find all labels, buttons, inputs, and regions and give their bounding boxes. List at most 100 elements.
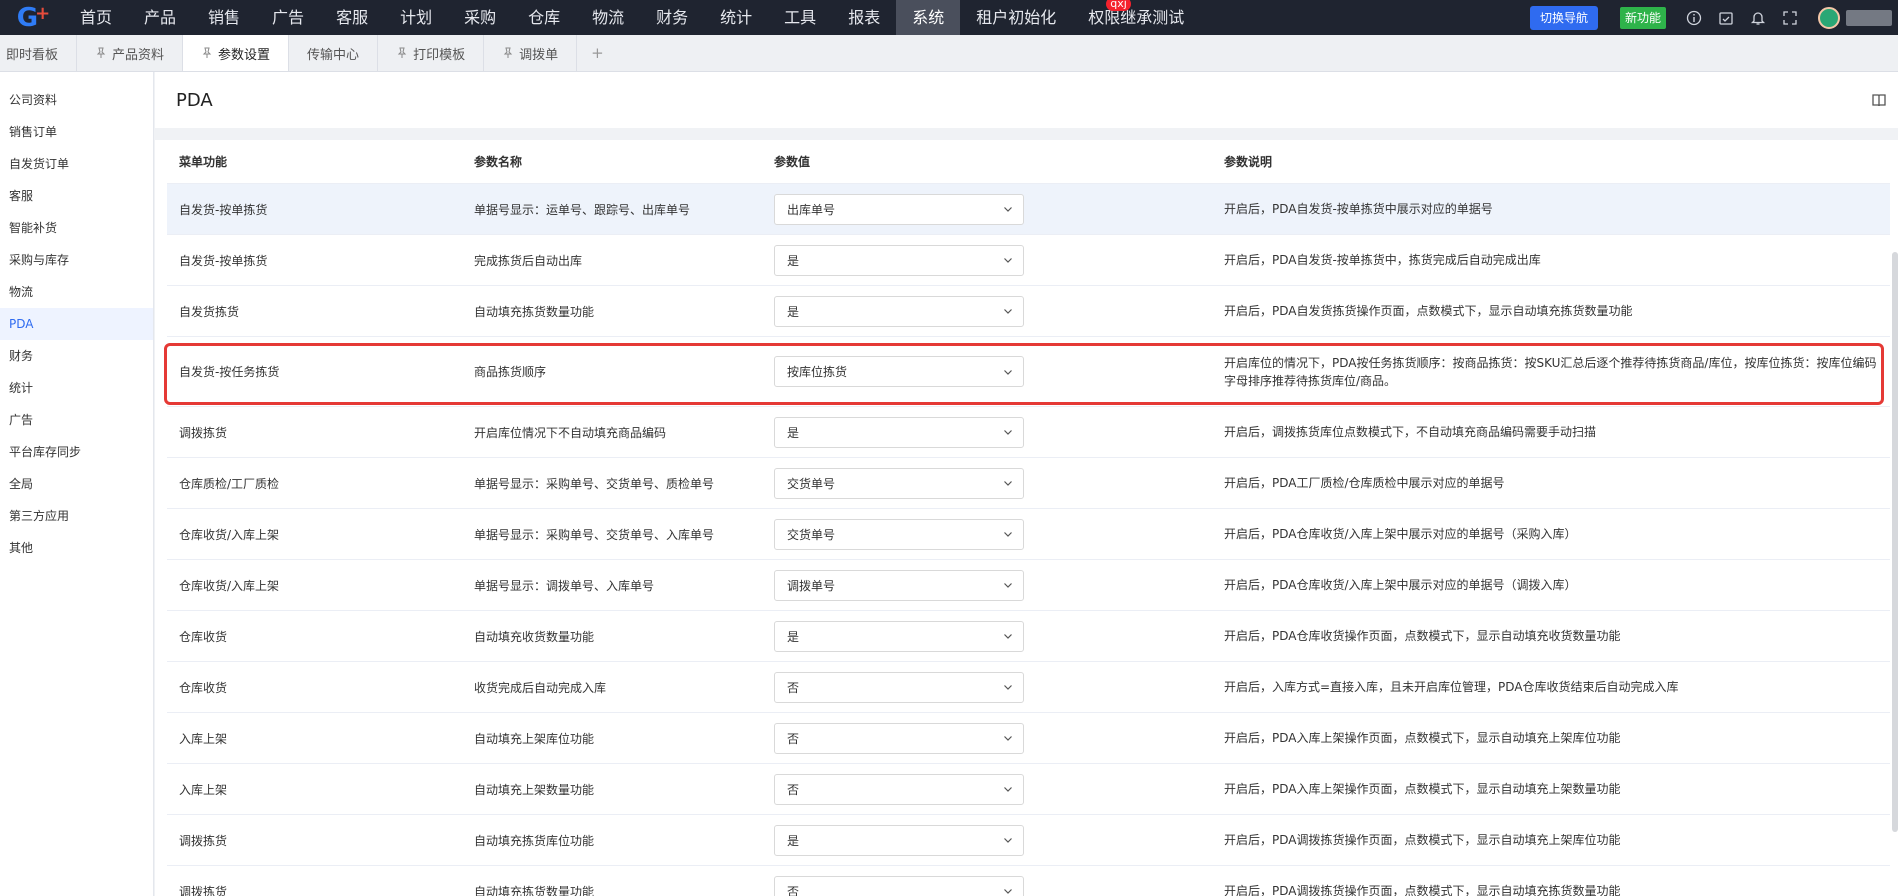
pin-icon[interactable] bbox=[396, 47, 408, 59]
avatar[interactable] bbox=[1818, 6, 1840, 29]
cell-param-name: 商品拣货顺序 bbox=[474, 365, 547, 379]
table-row: 入库上架 自动填充上架数量功能 否 开启后，PDA入库上架操作页面，点数模式下，显示自… bbox=[167, 763, 1890, 814]
nav-item[interactable]: 首页 bbox=[64, 0, 128, 35]
tab-item[interactable]: 调拨单 bbox=[484, 35, 578, 71]
cell-menu-function: 自发货-按单拣货 bbox=[179, 202, 268, 217]
cell-param-value: 交货单号 bbox=[764, 518, 1211, 550]
sidebar-item[interactable]: 广告 bbox=[0, 404, 153, 436]
param-value-select[interactable]: 否 bbox=[774, 875, 1024, 896]
cell-param-value: 否 bbox=[764, 773, 1211, 805]
nav-item[interactable]: 销售 bbox=[192, 0, 256, 35]
sidebar-item[interactable]: 统计 bbox=[0, 372, 153, 404]
sidebar-item[interactable]: 全局 bbox=[0, 468, 153, 500]
nav-item[interactable]: 系统 bbox=[896, 0, 961, 35]
sidebar-item[interactable]: 公司资料 bbox=[0, 84, 153, 116]
table-row: 调拨拣货 自动填充拣货库位功能 是 开启后，PDA调拨拣货操作页面，点数模式下，显示自… bbox=[167, 814, 1890, 865]
cell-menu-function: 入库上架 bbox=[179, 731, 228, 746]
param-value-select[interactable]: 交货单号 bbox=[774, 518, 1024, 550]
param-value-select[interactable]: 交货单号 bbox=[774, 467, 1024, 499]
sidebar-item[interactable]: 智能补货 bbox=[0, 212, 153, 244]
cell-param-name: 完成拣货后自动出库 bbox=[474, 253, 583, 268]
nav-item[interactable]: 租户初始化 bbox=[960, 0, 1072, 35]
cell-param-desc: 开启后，调拨拣货库位点数模式下，不自动填充商品编码需要手动扫描 bbox=[1224, 425, 1597, 439]
nav-item[interactable]: 仓库 bbox=[512, 0, 576, 35]
sidebar-item[interactable]: 第三方应用 bbox=[0, 500, 153, 532]
chevron-down-icon bbox=[1004, 532, 1012, 537]
info-icon[interactable] bbox=[1685, 9, 1703, 27]
param-value-select[interactable]: 调拨单号 bbox=[774, 569, 1024, 601]
sidebar-item[interactable]: 销售订单 bbox=[0, 116, 153, 148]
nav-item[interactable]: 工具 bbox=[768, 0, 832, 35]
cell-param-desc: 开启后，PDA自发货拣货操作页面，点数模式下，显示自动填充拣货数量功能 bbox=[1224, 304, 1633, 318]
sidebar-item[interactable]: 自发货订单 bbox=[0, 148, 153, 180]
cell-param-name: 自动填充收货数量功能 bbox=[474, 629, 595, 644]
tab-item[interactable]: 产品资料 bbox=[77, 35, 184, 71]
table-row: 仓库质检/工厂质检 单据号显示：采购单号、交货单号、质检单号 交货单号 开启后，PDA… bbox=[167, 457, 1890, 508]
main-content: PDA 菜单功能 参数名称 参数值 参数说明 自发货-按单拣货 单据号显示：运单号… bbox=[155, 72, 1898, 896]
cell-param-desc: 开启后，入库方式=直接入库，且未开启库位管理，PDA仓库收货结束后自动完成入库 bbox=[1224, 680, 1679, 694]
param-value-select[interactable]: 是 bbox=[774, 824, 1024, 856]
table-scrollbar[interactable] bbox=[1892, 252, 1898, 832]
cell-param-desc: 开启后，PDA仓库收货/入库上架中展示对应的单据号（采购入库） bbox=[1224, 527, 1577, 541]
username-redacted[interactable] bbox=[1846, 9, 1892, 26]
sidebar-item[interactable]: 平台库存同步 bbox=[0, 436, 153, 468]
cell-menu-function: 调拨拣货 bbox=[179, 833, 228, 848]
sidebar-item[interactable]: 其他 bbox=[0, 532, 153, 564]
nav-item[interactable]: 客服 bbox=[320, 0, 384, 35]
nav-item[interactable]: 物流 bbox=[576, 0, 640, 35]
pin-icon[interactable] bbox=[201, 47, 213, 59]
switch-nav-button[interactable]: 切换导航 bbox=[1529, 5, 1598, 30]
nav-item[interactable]: 财务 bbox=[640, 0, 704, 35]
check-calendar-icon[interactable] bbox=[1717, 9, 1735, 27]
cell-menu-function: 自发货-按任务拣货 bbox=[179, 365, 280, 379]
book-icon[interactable] bbox=[1871, 92, 1887, 108]
cell-param-name: 单据号显示：采购单号、交货单号、质检单号 bbox=[474, 476, 715, 491]
param-value-select[interactable]: 否 bbox=[774, 671, 1024, 703]
cell-param-name: 开启库位情况下不自动填充商品编码 bbox=[474, 425, 667, 440]
nav-item[interactable]: 计划 bbox=[384, 0, 448, 35]
select-value: 否 bbox=[787, 731, 800, 746]
param-value-select[interactable]: 是 bbox=[774, 416, 1024, 448]
nav-item[interactable]: 产品 bbox=[128, 0, 192, 35]
tab-item[interactable]: 打印模板 bbox=[378, 35, 485, 71]
pin-icon[interactable] bbox=[95, 47, 107, 59]
select-value: 调拨单号 bbox=[787, 578, 836, 593]
tab-item[interactable]: 即时看板 bbox=[0, 35, 78, 71]
sidebar-item[interactable]: 财务 bbox=[0, 340, 153, 372]
param-value-select[interactable]: 出库单号 bbox=[774, 193, 1024, 225]
nav-item[interactable]: 采购 bbox=[448, 0, 512, 35]
tab-item[interactable]: 参数设置 bbox=[183, 35, 290, 71]
nav-item[interactable]: 权限继承测试 qxj bbox=[1072, 0, 1200, 35]
pin-icon[interactable] bbox=[502, 47, 514, 59]
tab-item[interactable]: 传输中心 bbox=[289, 35, 379, 71]
nav-item[interactable]: 报表 bbox=[832, 0, 896, 35]
bell-icon[interactable] bbox=[1749, 9, 1767, 27]
nav-item[interactable]: 统计 bbox=[704, 0, 768, 35]
param-value-select[interactable]: 是 bbox=[774, 295, 1024, 327]
chevron-down-icon bbox=[1004, 207, 1012, 212]
select-value: 否 bbox=[787, 782, 800, 797]
sidebar-item[interactable]: PDA bbox=[0, 308, 153, 340]
nav-item[interactable]: 广告 bbox=[256, 0, 320, 35]
param-value-select[interactable]: 否 bbox=[774, 773, 1024, 805]
fullscreen-icon[interactable] bbox=[1781, 9, 1799, 27]
top-navbar: G+ 首页 产品 销售 广告 客服 计划 采购 仓库 物流 财务 统计 工具 报表 系统 租户初始化 权限继承… bbox=[0, 0, 1898, 35]
new-feature-button[interactable]: 新功能 bbox=[1619, 6, 1666, 29]
cell-param-value: 是 bbox=[764, 824, 1211, 856]
param-value-select[interactable]: 否 bbox=[774, 722, 1024, 754]
cell-menu-function: 自发货-按单拣货 bbox=[179, 253, 268, 268]
app-logo[interactable]: G+ bbox=[0, 0, 64, 35]
cell-param-value: 是 bbox=[764, 620, 1211, 652]
cell-param-name: 自动填充上架数量功能 bbox=[474, 782, 595, 797]
select-value: 是 bbox=[787, 253, 800, 268]
cell-param-value: 否 bbox=[764, 875, 1211, 896]
param-value-select[interactable]: 是 bbox=[774, 244, 1024, 276]
select-value: 是 bbox=[787, 425, 800, 440]
sidebar-item[interactable]: 采购与库存 bbox=[0, 244, 153, 276]
add-tab-button[interactable]: + bbox=[577, 35, 618, 71]
sidebar-item[interactable]: 客服 bbox=[0, 180, 153, 212]
sidebar-item[interactable]: 物流 bbox=[0, 276, 153, 308]
cell-param-value: 否 bbox=[764, 722, 1211, 754]
param-value-select[interactable]: 是 bbox=[774, 620, 1024, 652]
param-value-select[interactable]: 按库位拣货 bbox=[774, 356, 1024, 387]
